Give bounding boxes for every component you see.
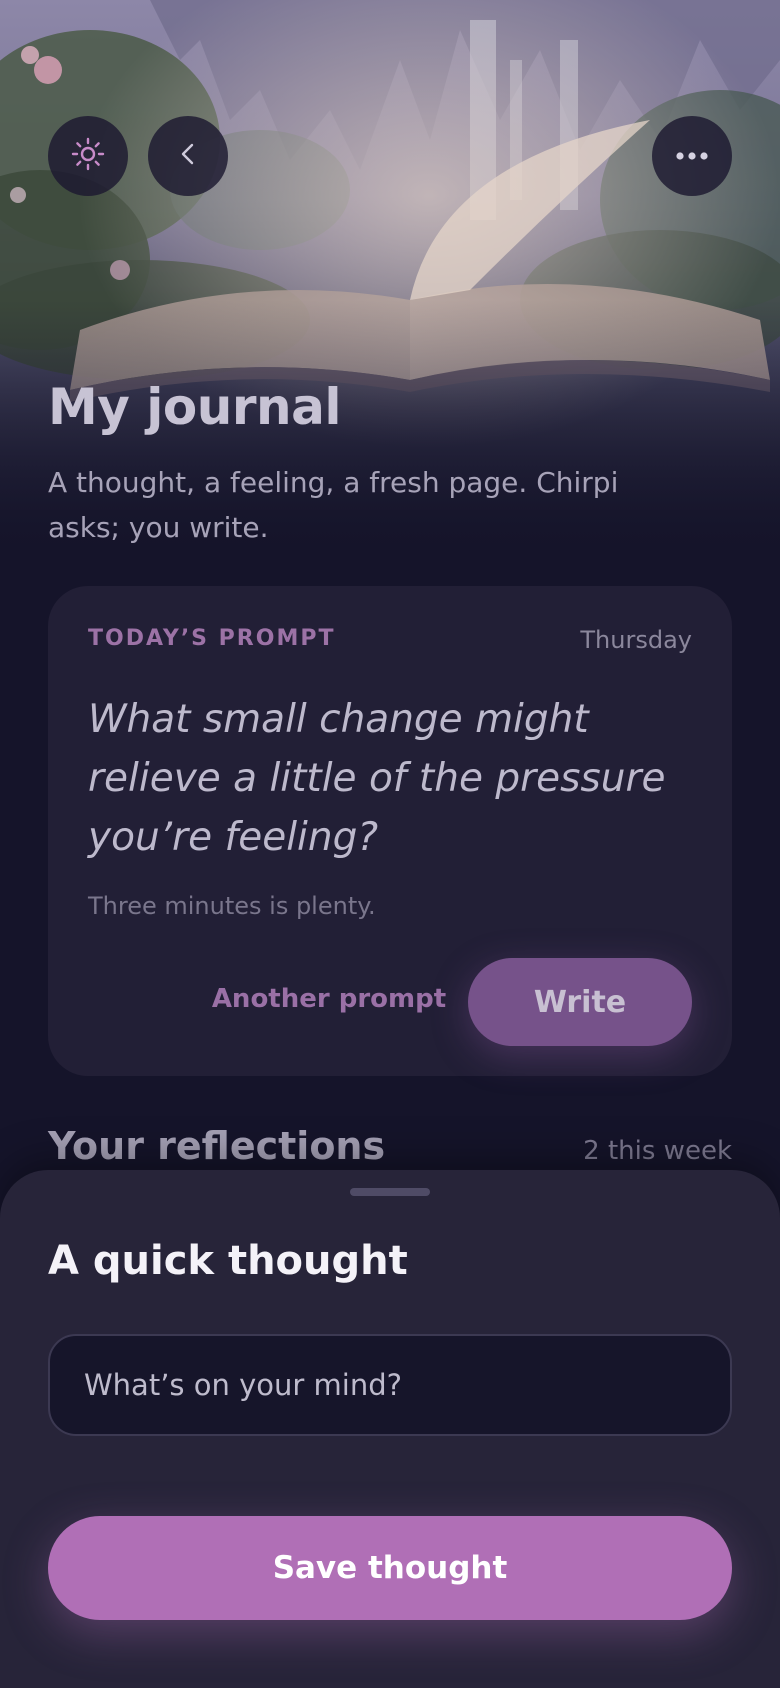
journal-screen: My journal A thought, a feeling, a fresh… <box>0 0 780 1688</box>
prompt-kicker: TODAY’S PROMPT <box>88 626 336 651</box>
sheet-drag-handle[interactable] <box>350 1188 430 1196</box>
prompt-day: Thursday <box>580 626 692 654</box>
save-thought-button[interactable]: Save thought <box>48 1516 732 1620</box>
todays-prompt-card: TODAY’S PROMPT Thursday What small chang… <box>48 586 732 1076</box>
ellipsis-icon <box>674 147 710 166</box>
prompt-question: What small change might relieve a little… <box>88 697 666 860</box>
back-button[interactable] <box>148 116 228 196</box>
more-options-button[interactable] <box>652 116 732 196</box>
reflections-count: 2 this week <box>583 1136 732 1166</box>
sheet-title: A quick thought <box>48 1238 408 1284</box>
quick-thought-sheet: A quick thought Save thought <box>0 1170 780 1688</box>
page-title: My journal <box>48 378 341 436</box>
chevron-left-icon <box>174 140 202 172</box>
reflections-title: Your reflections <box>48 1124 386 1168</box>
quick-thought-input[interactable] <box>48 1334 732 1436</box>
page-subtitle: A thought, a feeling, a fresh page. Chir… <box>48 466 619 544</box>
prompt-hint: Three minutes is plenty. <box>88 892 376 920</box>
another-prompt-button[interactable]: Another prompt <box>204 984 454 1014</box>
write-button[interactable]: Write <box>468 958 692 1046</box>
sun-icon <box>71 137 105 175</box>
theme-toggle-button[interactable] <box>48 116 128 196</box>
